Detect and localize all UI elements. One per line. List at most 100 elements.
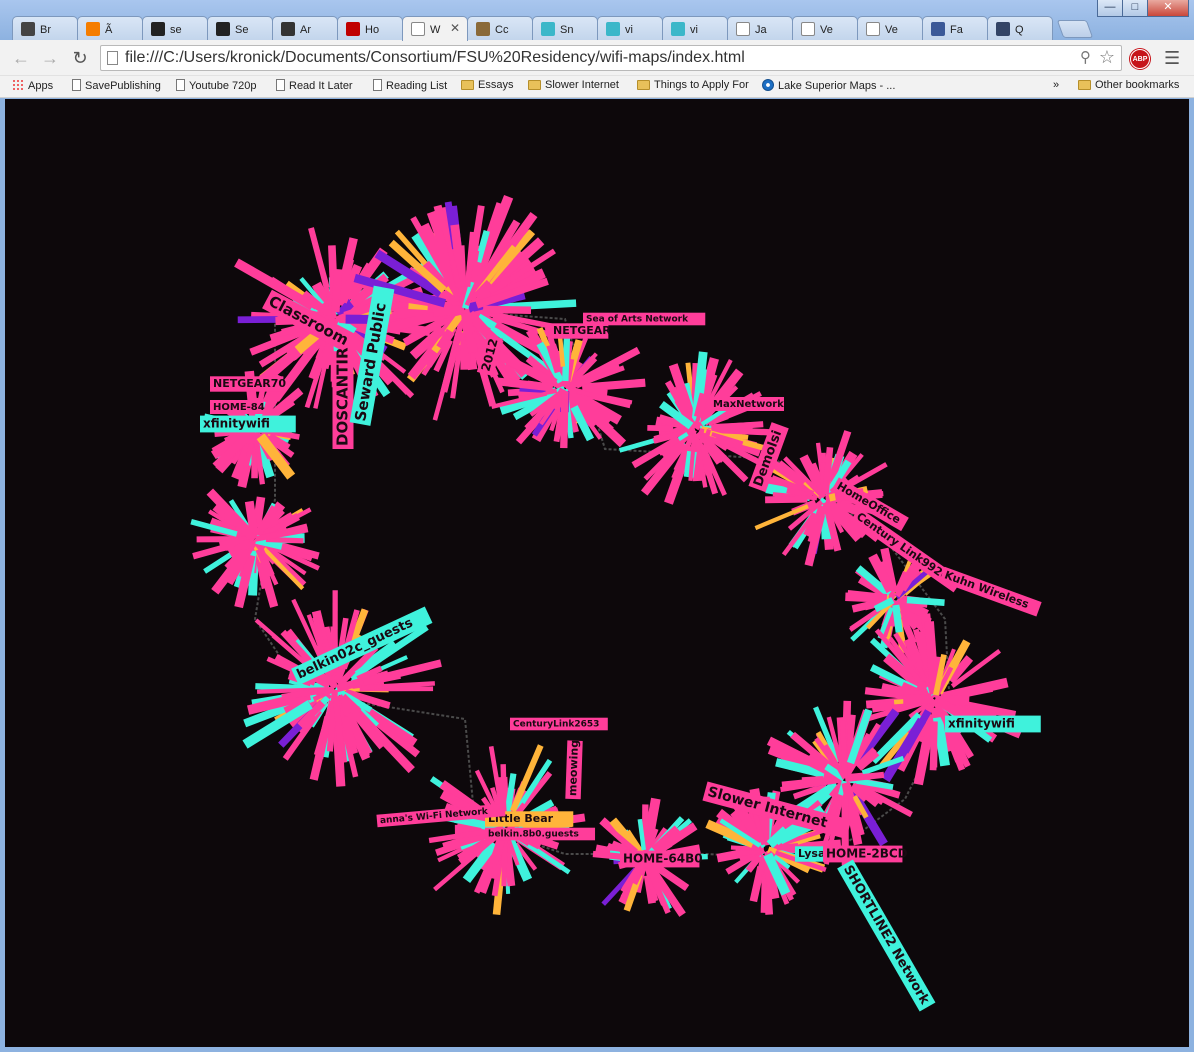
tab-4[interactable]: Ar — [272, 16, 338, 40]
network-label: MaxNetwork — [710, 397, 784, 411]
tab-label: Cc — [495, 24, 509, 36]
network-label: belkin.8b0.guests — [485, 827, 596, 841]
tab-9[interactable]: vi — [597, 16, 663, 40]
tab-14[interactable]: Fa — [922, 16, 988, 40]
squarespace-icon — [151, 22, 165, 36]
network-bar — [483, 305, 532, 314]
tab-5[interactable]: Ho — [337, 16, 403, 40]
wifi-map-canvas: Classroom DOSCANTIR Seward Public NETGEAR70… — [5, 99, 1189, 1047]
maximize-button[interactable]: □ — [1122, 0, 1148, 17]
tab-1[interactable]: Ã — [77, 16, 143, 40]
tab-0[interactable]: Br — [12, 16, 78, 40]
bookmark-label: Essays — [478, 79, 514, 91]
network-label: HOME-84 — [210, 400, 265, 414]
tab-7[interactable]: Cc — [467, 16, 533, 40]
bookmark-8[interactable]: Lake Superior Maps - ... — [762, 79, 895, 92]
search-icon[interactable]: ⚲ — [1080, 48, 1091, 66]
bookmark-0[interactable]: Apps — [12, 79, 53, 92]
chrome-menu-icon[interactable]: ☰ — [1164, 48, 1180, 68]
network-label-text: NETGEAR70 — [213, 377, 286, 390]
network-label: HOME-64B0 — [620, 850, 703, 868]
tab-label: Ã — [105, 24, 113, 36]
reload-button[interactable]: ↻ — [68, 47, 92, 69]
bookmark-5[interactable]: Essays — [461, 79, 513, 91]
squarespace-icon — [216, 22, 230, 36]
bookmark-4[interactable]: Reading List — [373, 79, 447, 92]
tab-13[interactable]: Ve — [857, 16, 923, 40]
back-button[interactable]: ← — [9, 47, 33, 69]
network-label-text: xfinitywifi — [203, 417, 270, 431]
bookmark-label: Youtube 720p — [189, 80, 257, 92]
tab-6[interactable]: W ✕ — [402, 16, 468, 41]
tab-15[interactable]: Q — [987, 16, 1053, 40]
network-label: SHORTLINE2 Network — [837, 859, 936, 1012]
lrb-icon — [281, 22, 295, 36]
circle-icon — [606, 22, 620, 36]
network-label: xfinitywifi — [200, 415, 296, 433]
network-label: CenturyLink2653 — [510, 717, 608, 731]
network-label: DOSCANTIR — [332, 347, 354, 449]
doc-icon — [373, 79, 382, 91]
bookmark-6[interactable]: Slower Internet — [528, 79, 619, 91]
minimize-button[interactable]: — — [1097, 0, 1123, 17]
network-label-text: xfinitywifi — [948, 717, 1015, 731]
tab-label: Ar — [300, 24, 311, 36]
bookmarks-bar: » Other bookmarks Apps SavePublishing Yout… — [0, 76, 1194, 98]
adblock-plus-icon[interactable]: ABP — [1130, 49, 1150, 69]
tab-label: W — [430, 24, 441, 36]
network-label-text: CenturyLink2653 — [513, 720, 599, 730]
close-window-button[interactable]: ✕ — [1147, 0, 1189, 17]
other-bookmarks-folder[interactable]: Other bookmarks — [1078, 79, 1179, 91]
palette-icon — [476, 22, 490, 36]
toolbar: ← → ↻ ⚲ ☆ ABP ☰ — [0, 40, 1194, 76]
forward-button[interactable]: → — [38, 47, 62, 69]
bookmark-label: Apps — [28, 80, 54, 92]
bookmark-star-icon[interactable]: ☆ — [1099, 47, 1115, 68]
network-label-text: NETGEAR — [553, 324, 611, 337]
folder-icon — [637, 80, 650, 90]
network-label: meowing — [565, 740, 583, 800]
tab-10[interactable]: vi — [662, 16, 728, 40]
bookmark-2[interactable]: Youtube 720p — [176, 79, 257, 92]
network-bar — [903, 694, 932, 705]
folder-icon — [1078, 80, 1091, 90]
tab-label: Ja — [755, 24, 767, 36]
other-bookmarks-label: Other bookmarks — [1095, 79, 1180, 91]
tab-label: Ve — [820, 24, 833, 36]
network-label-text: HOME-64B0 — [623, 852, 703, 866]
bookmark-1[interactable]: SavePublishing — [72, 79, 161, 92]
facebook-icon — [931, 22, 945, 36]
url-input[interactable] — [125, 48, 1075, 68]
tab-12[interactable]: Ve — [792, 16, 858, 40]
netflix-n-icon — [346, 22, 360, 36]
tab-label: Ve — [885, 24, 898, 36]
network-bar — [560, 391, 569, 449]
network-label: Sea of Arts Network — [583, 312, 706, 326]
page-icon — [411, 22, 425, 36]
new-tab-button[interactable] — [1056, 20, 1094, 38]
tab-11[interactable]: Ja — [727, 16, 793, 40]
doc-icon — [176, 79, 185, 91]
network-label-text: meowing — [566, 740, 581, 797]
tab-2[interactable]: se — [142, 16, 208, 40]
network-bar — [765, 495, 808, 504]
tab-3[interactable]: Se — [207, 16, 273, 40]
bookmarks-overflow-button[interactable]: » — [1053, 79, 1059, 91]
wifi-map-visualization: ClassroomDOSCANTIR Seward PublicNETGEAR70… — [190, 194, 1042, 1012]
address-bar[interactable]: ⚲ ☆ — [100, 45, 1122, 71]
network-label-text: SHORTLINE2 Network — [840, 863, 932, 1008]
network-bar — [308, 227, 330, 289]
blogger-icon — [86, 22, 100, 36]
circle-icon — [541, 22, 555, 36]
page-icon — [866, 22, 880, 36]
bookmark-3[interactable]: Read It Later — [276, 79, 353, 92]
circle-icon — [671, 22, 685, 36]
close-tab-icon[interactable]: ✕ — [450, 21, 460, 35]
bookmark-7[interactable]: Things to Apply For — [637, 79, 749, 91]
tab-8[interactable]: Sn — [532, 16, 598, 40]
artdrug-icon — [21, 22, 35, 36]
network-bar — [647, 424, 673, 432]
tab-label: vi — [625, 24, 633, 36]
network-label: Kuhn Wireless — [939, 566, 1042, 617]
network-label-text: Kuhn Wireless — [943, 568, 1031, 611]
